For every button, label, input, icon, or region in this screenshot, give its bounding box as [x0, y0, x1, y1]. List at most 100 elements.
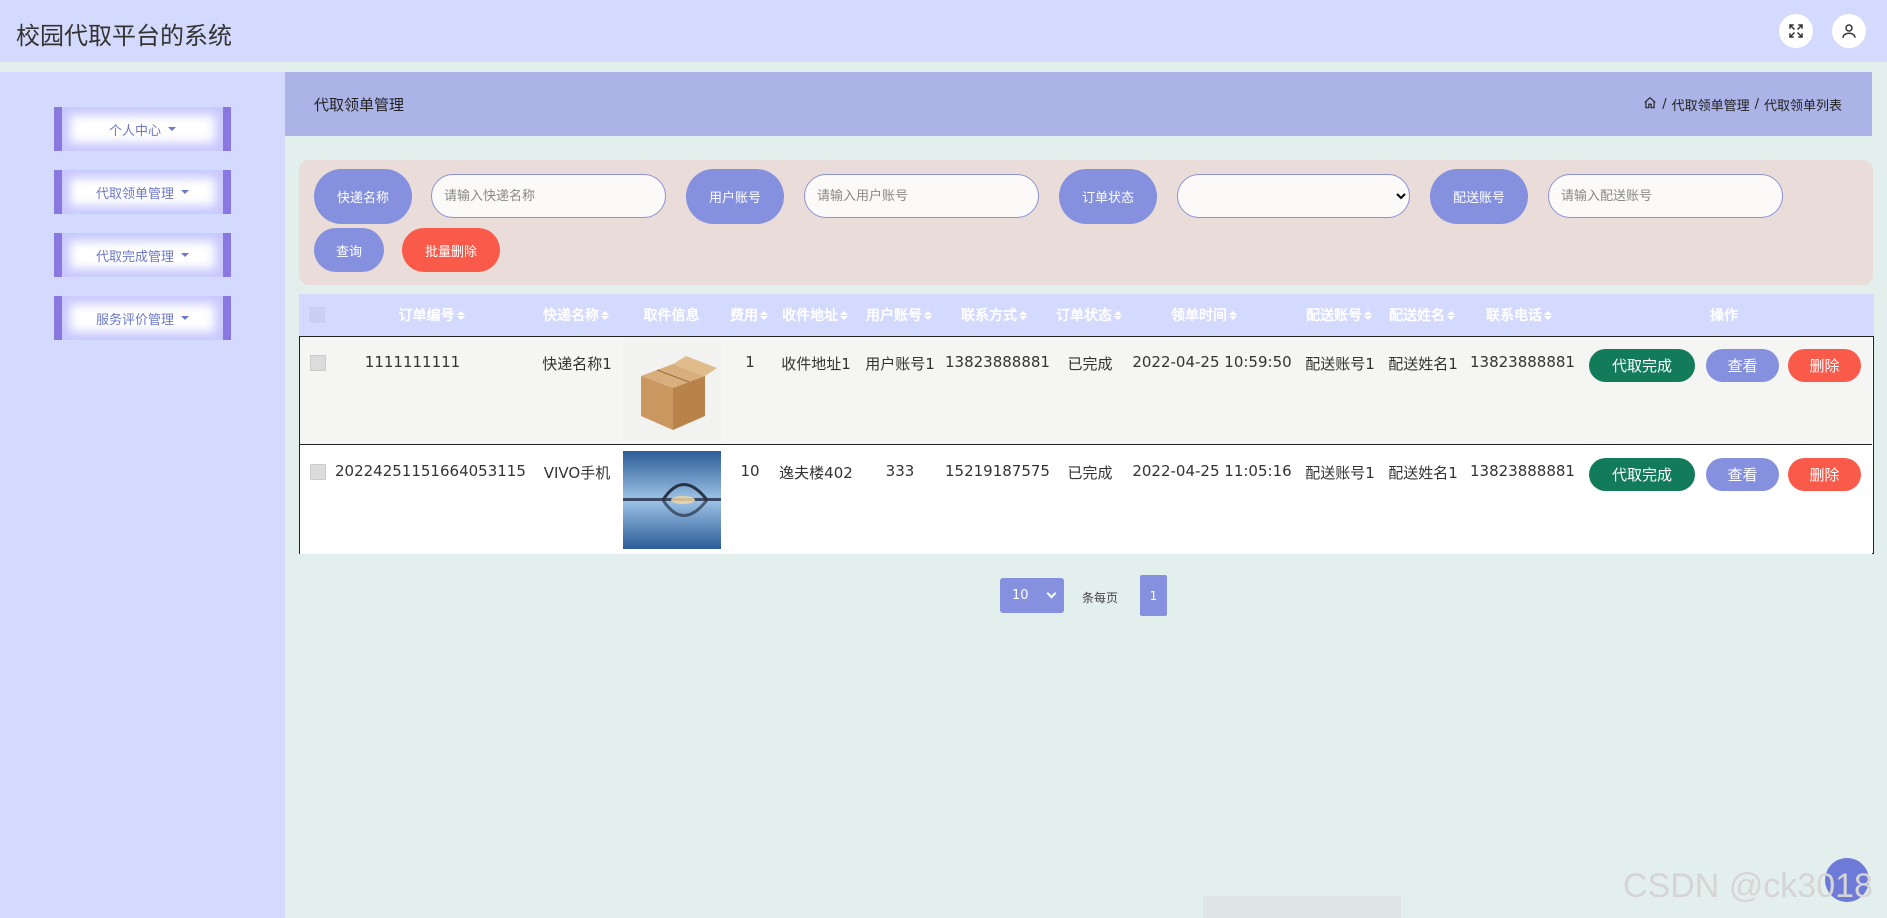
column-header-express-name[interactable]: 快递名称 — [536, 294, 616, 336]
page-size-select[interactable]: 10 — [1000, 578, 1064, 613]
order-status-label: 订单状态 — [1059, 169, 1157, 224]
fullscreen-icon[interactable] — [1779, 14, 1813, 48]
home-icon[interactable] — [1643, 96, 1657, 114]
breadcrumb-separator: / — [1662, 97, 1667, 112]
cell-contact: 13823888881 — [945, 353, 1050, 371]
column-header-delivery-name[interactable]: 配送姓名 — [1382, 294, 1462, 336]
column-header-order-status[interactable]: 订单状态 — [1049, 294, 1129, 336]
caret-down-icon — [168, 127, 176, 131]
table-row: 20224251151664053115 VIVO手机 10 逸夫楼402 33… — [300, 446, 1872, 554]
cell-phone: 13823888881 — [1470, 353, 1575, 371]
caret-down-icon — [181, 316, 189, 320]
cell-time: 2022-04-25 10:59:50 — [1132, 353, 1292, 371]
sort-icon[interactable] — [456, 310, 465, 320]
column-header-contact[interactable]: 联系方式 — [954, 294, 1034, 336]
sort-icon[interactable] — [840, 310, 848, 320]
app-title: 校园代取平台的系统 — [16, 22, 232, 50]
row-checkbox[interactable] — [310, 464, 326, 480]
cell-order-no: 20224251151664053115 — [335, 462, 526, 480]
cardboard-box-photo — [623, 342, 721, 440]
cell-user-account: 333 — [885, 462, 915, 480]
cell-user-account: 用户账号1 — [865, 355, 935, 373]
column-header-order-no[interactable]: 订单编号 — [379, 294, 484, 336]
sidebar-item-pickup-complete-management[interactable]: 代取完成管理 — [54, 233, 231, 277]
cell-express-name: VIVO手机 — [543, 464, 611, 482]
caret-down-icon — [181, 190, 189, 194]
select-all-checkbox[interactable] — [309, 307, 325, 323]
column-header-delivery-account[interactable]: 配送账号 — [1299, 294, 1379, 336]
table-row: 1111111111 快递名称1 1 收件地址1 用户账号1 138238888… — [300, 337, 1872, 445]
sidebar-item-label: 个人中心 — [108, 123, 161, 139]
sidebar-item-service-review-management[interactable]: 服务评价管理 — [54, 296, 231, 340]
cell-phone: 13823888881 — [1470, 462, 1575, 480]
column-header-fee[interactable]: 费用 — [727, 294, 771, 336]
page-title: 代取领单管理 — [314, 96, 405, 114]
row-checkbox[interactable] — [310, 355, 326, 371]
sort-icon[interactable] — [1544, 310, 1552, 320]
cell-fee: 1 — [745, 353, 755, 371]
sort-icon[interactable] — [1019, 310, 1027, 320]
view-button[interactable]: 查看 — [1706, 349, 1779, 382]
cell-status: 已完成 — [1067, 355, 1113, 373]
cell-address: 逸夫楼402 — [779, 464, 853, 482]
sort-icon[interactable] — [601, 310, 609, 320]
delete-button[interactable]: 删除 — [1788, 458, 1861, 491]
top-bar: 校园代取平台的系统 — [0, 0, 1887, 62]
sidebar-item-label: 服务评价管理 — [95, 312, 174, 328]
sort-icon[interactable] — [1447, 310, 1455, 320]
breadcrumb-item[interactable]: 代取领单管理 — [1672, 95, 1750, 114]
sort-icon[interactable] — [924, 310, 932, 320]
column-header-user-account[interactable]: 用户账号 — [859, 294, 939, 336]
delivery-account-input[interactable] — [1548, 174, 1783, 218]
view-button[interactable]: 查看 — [1706, 458, 1779, 491]
order-status-select[interactable] — [1177, 174, 1410, 218]
query-button[interactable]: 查询 — [314, 228, 384, 272]
column-header-actions: 操作 — [1710, 308, 1738, 324]
batch-delete-button[interactable]: 批量删除 — [402, 228, 500, 272]
bridge-reflection-photo — [623, 451, 721, 549]
sort-icon[interactable] — [760, 310, 768, 320]
chevron-down-icon — [1046, 588, 1057, 599]
ime-toolbar — [1203, 896, 1401, 918]
page-number-button[interactable]: 1 — [1140, 575, 1167, 616]
breadcrumb-separator: / — [1754, 97, 1759, 112]
column-header-address[interactable]: 收件地址 — [775, 294, 855, 336]
delete-button[interactable]: 删除 — [1788, 349, 1861, 382]
column-header-time[interactable]: 领单时间 — [1164, 294, 1244, 336]
user-icon[interactable] — [1832, 14, 1866, 48]
cell-address: 收件地址1 — [781, 355, 851, 373]
sidebar-item-pickup-order-management[interactable]: 代取领单管理 — [54, 170, 231, 214]
cell-delivery-account: 配送账号1 — [1305, 355, 1375, 373]
sidebar-item-personal-center[interactable]: 个人中心 — [54, 107, 231, 151]
delivery-account-label: 配送账号 — [1430, 169, 1528, 224]
table-body: 1111111111 快递名称1 1 收件地址1 用户账号1 138238888… — [299, 336, 1874, 554]
cell-fee: 10 — [740, 462, 760, 480]
sidebar: 个人中心 代取领单管理 代取完成管理 服务评价管理 — [0, 72, 285, 918]
sidebar-item-label: 代取完成管理 — [95, 249, 174, 265]
caret-down-icon — [181, 253, 189, 257]
breadcrumb: / 代取领单管理 / 代取领单列表 — [1643, 95, 1842, 114]
cell-delivery-name: 配送姓名1 — [1388, 355, 1458, 373]
complete-pickup-button[interactable]: 代取完成 — [1589, 458, 1695, 491]
sort-icon[interactable] — [1114, 310, 1122, 320]
user-account-input[interactable] — [804, 174, 1039, 218]
sort-icon[interactable] — [1364, 310, 1372, 320]
complete-pickup-button[interactable]: 代取完成 — [1589, 349, 1695, 382]
search-panel: 快递名称 用户账号 订单状态 配送账号 查询 批量删除 — [299, 160, 1873, 285]
cell-contact: 15219187575 — [945, 462, 1050, 480]
sidebar-item-label: 代取领单管理 — [95, 186, 174, 202]
column-header-pickup-info: 取件信息 — [643, 308, 700, 324]
content-header: 代取领单管理 / 代取领单管理 / 代取领单列表 — [285, 72, 1872, 136]
cell-time: 2022-04-25 11:05:16 — [1132, 462, 1292, 480]
cell-delivery-account: 配送账号1 — [1305, 464, 1375, 482]
express-name-input[interactable] — [431, 174, 666, 218]
per-page-label: 条每页 — [1082, 591, 1119, 605]
sort-icon[interactable] — [1229, 310, 1237, 320]
cell-delivery-name: 配送姓名1 — [1388, 464, 1458, 482]
table-header: 订单编号 快递名称 取件信息 费用 收件地址 用户账号 联系方式 订单状态 领单… — [299, 294, 1874, 336]
cell-order-no: 1111111111 — [364, 353, 461, 371]
page-size-value: 10 — [1012, 588, 1029, 603]
column-header-phone[interactable]: 联系电话 — [1479, 294, 1559, 336]
cell-express-name: 快递名称1 — [542, 355, 612, 373]
watermark: CSDN @ck3018 — [1623, 867, 1873, 905]
